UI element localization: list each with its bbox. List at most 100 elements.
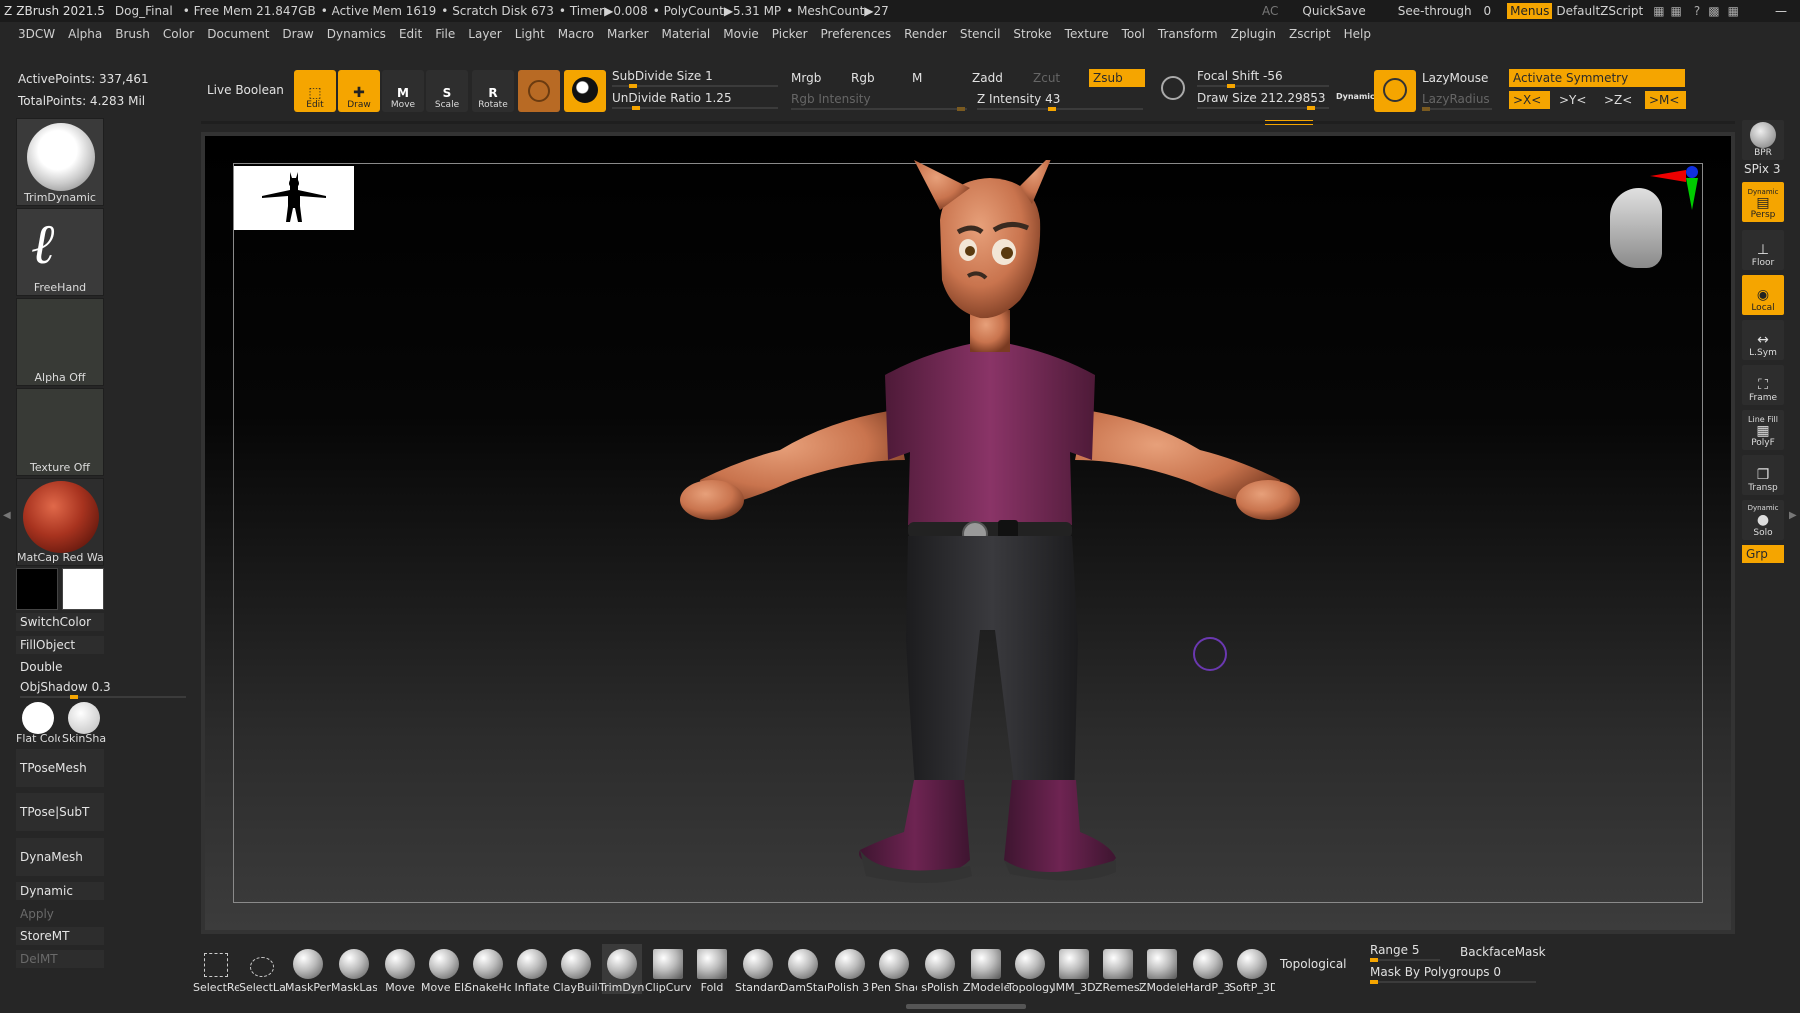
- rgb-intensity-slider[interactable]: Rgb Intensity: [791, 92, 967, 111]
- local-button[interactable]: ◉ Local: [1742, 275, 1784, 315]
- fill-object-button[interactable]: FillObject: [16, 636, 104, 654]
- draw-button[interactable]: ✚ Draw: [338, 70, 380, 112]
- shelf-selectlasso[interactable]: SelectLasso: [239, 944, 285, 994]
- delmt-button[interactable]: DelMT: [16, 950, 104, 968]
- lazymouse-button[interactable]: [1374, 70, 1416, 112]
- shelf-topology[interactable]: Topology: [1007, 944, 1053, 994]
- subdivide-size-knob[interactable]: [629, 84, 637, 88]
- shelf-standard[interactable]: Standard: [735, 944, 781, 994]
- z-intensity-knob[interactable]: [1048, 107, 1056, 111]
- menu-file[interactable]: File: [435, 27, 455, 41]
- shelf-spolish[interactable]: sPolish: [920, 944, 960, 994]
- menu-edit[interactable]: Edit: [399, 27, 422, 41]
- shelf-claybuildup[interactable]: ClayBuildup: [553, 944, 599, 994]
- menu-texture[interactable]: Texture: [1065, 27, 1109, 41]
- shelf-scroll-handle[interactable]: [906, 1004, 1026, 1009]
- shelf-snakehook[interactable]: SnakeHook: [465, 944, 511, 994]
- quicksave-button[interactable]: QuickSave: [1302, 4, 1365, 18]
- menu-brush[interactable]: Brush: [115, 27, 150, 41]
- see-through-slider[interactable]: See-through 0: [1398, 4, 1491, 18]
- menu-alpha[interactable]: Alpha: [68, 27, 102, 41]
- lazymouse-toggle[interactable]: LazyMouse: [1422, 71, 1488, 85]
- menu-transform[interactable]: Transform: [1158, 27, 1218, 41]
- menus-button[interactable]: Menus: [1507, 3, 1553, 19]
- topological-toggle[interactable]: Topological: [1280, 957, 1347, 971]
- mrgb-button[interactable]: Mrgb: [791, 71, 821, 85]
- shelf-move-elastic[interactable]: Move Elastic: [421, 944, 467, 994]
- mask-by-polygroups-slider[interactable]: Mask By Polygroups 0: [1370, 965, 1536, 984]
- layout-icon[interactable]: ▦: [1653, 4, 1664, 18]
- flat-color-button[interactable]: Flat Color: [16, 702, 60, 746]
- menu-layer[interactable]: Layer: [468, 27, 501, 41]
- rgb-intensity-knob[interactable]: [957, 107, 965, 111]
- windows-icon[interactable]: ▩: [1708, 4, 1719, 18]
- range-slider[interactable]: Range 5: [1370, 943, 1440, 962]
- menu-3dcw[interactable]: 3DCW: [18, 27, 55, 41]
- backface-mask-toggle[interactable]: BackfaceMask: [1460, 945, 1546, 959]
- shelf-zmodeler[interactable]: ZModeler: [963, 944, 1009, 994]
- persp-button[interactable]: Dynamic ▤ Persp: [1742, 182, 1784, 222]
- menu-light[interactable]: Light: [515, 27, 545, 41]
- storemt-button[interactable]: StoreMT: [16, 927, 104, 945]
- lazyradius-slider[interactable]: LazyRadius: [1422, 92, 1492, 111]
- texture-thumbnail[interactable]: Texture Off: [16, 388, 104, 476]
- spotlight-button[interactable]: [1152, 70, 1194, 112]
- focal-shift-slider[interactable]: Focal Shift -56: [1197, 69, 1329, 88]
- undivide-ratio-slider[interactable]: UnDivide Ratio 1.25: [612, 91, 778, 110]
- color-swatch-button[interactable]: [564, 70, 606, 112]
- shelf-trimdynamic[interactable]: TrimDynamic: [599, 944, 645, 994]
- dynamesh-button[interactable]: DynaMesh: [16, 838, 104, 876]
- live-boolean-button[interactable]: Live Boolean: [207, 83, 284, 97]
- bpr-button[interactable]: BPR: [1742, 120, 1784, 160]
- apply-button[interactable]: Apply: [16, 905, 104, 923]
- subdivide-size-slider[interactable]: SubDivide Size 1: [612, 69, 778, 88]
- layout-icon-2[interactable]: ▦: [1671, 4, 1682, 18]
- menu-zplugin[interactable]: Zplugin: [1231, 27, 1276, 41]
- material-swatch-button[interactable]: [518, 70, 560, 112]
- menu-stroke[interactable]: Stroke: [1013, 27, 1051, 41]
- right-panel-arrow[interactable]: ▶: [1789, 510, 1797, 521]
- rotate-button[interactable]: R Rotate: [472, 70, 514, 112]
- shelf-clipcurve[interactable]: ClipCurve: [645, 944, 691, 994]
- shelf-pen-shadow[interactable]: Pen Shadow: [871, 944, 917, 994]
- menu-movie[interactable]: Movie: [723, 27, 759, 41]
- shelf-polish[interactable]: Polish 3 Pen A: [827, 944, 873, 994]
- menu-dynamics[interactable]: Dynamics: [327, 27, 386, 41]
- tpose-mesh-button[interactable]: TPoseMesh: [16, 749, 104, 787]
- polyf-button[interactable]: Line Fill ▦ PolyF: [1742, 410, 1784, 450]
- double-button[interactable]: Double: [16, 658, 104, 676]
- shelf-zmodeler-2[interactable]: ZModeler: [1139, 944, 1185, 994]
- skin-shade-button[interactable]: SkinShade4: [62, 702, 106, 746]
- switch-color-button[interactable]: SwitchColor: [16, 613, 104, 631]
- range-knob[interactable]: [1370, 958, 1378, 962]
- obj-shadow-slider[interactable]: ObjShadow 0.3: [20, 680, 186, 699]
- edit-button[interactable]: ⬚ Edit: [294, 70, 336, 112]
- alpha-thumbnail[interactable]: Alpha Off: [16, 298, 104, 386]
- help-icon[interactable]: ?: [1694, 4, 1700, 18]
- shelf-masklasso[interactable]: MaskLasso: [331, 944, 377, 994]
- menu-marker[interactable]: Marker: [607, 27, 648, 41]
- shelf-maskpen[interactable]: MaskPen: [285, 944, 331, 994]
- scale-button[interactable]: S Scale: [426, 70, 468, 112]
- character-model[interactable]: [680, 160, 1360, 920]
- left-panel-arrow[interactable]: ◀: [3, 510, 11, 521]
- menu-draw[interactable]: Draw: [282, 27, 313, 41]
- mask-by-polygroups-knob[interactable]: [1370, 980, 1378, 984]
- z-intensity-slider[interactable]: Z Intensity 43: [977, 92, 1143, 111]
- orientation-gizmo[interactable]: [1602, 166, 1702, 286]
- obj-shadow-knob[interactable]: [70, 695, 78, 699]
- menu-help[interactable]: Help: [1344, 27, 1371, 41]
- shelf-selectrect[interactable]: SelectRect: [193, 944, 239, 994]
- floor-button[interactable]: ⊥ Floor: [1742, 230, 1784, 270]
- focal-shift-knob[interactable]: [1227, 84, 1235, 88]
- shelf-fold[interactable]: Fold: [692, 944, 732, 994]
- dynamic-button[interactable]: Dynamic: [16, 882, 104, 900]
- shelf-hardp[interactable]: HardP_3D: [1185, 944, 1231, 994]
- menu-preferences[interactable]: Preferences: [821, 27, 892, 41]
- rgb-button[interactable]: Rgb: [851, 71, 875, 85]
- material-thumbnail[interactable]: MatCap Red Wax: [16, 478, 104, 566]
- spix-slider[interactable]: SPix 3: [1744, 162, 1780, 176]
- zsub-button[interactable]: Zsub: [1089, 69, 1145, 87]
- main-color-swatch[interactable]: [16, 568, 58, 610]
- brush-thumbnail[interactable]: TrimDynamic: [16, 118, 104, 206]
